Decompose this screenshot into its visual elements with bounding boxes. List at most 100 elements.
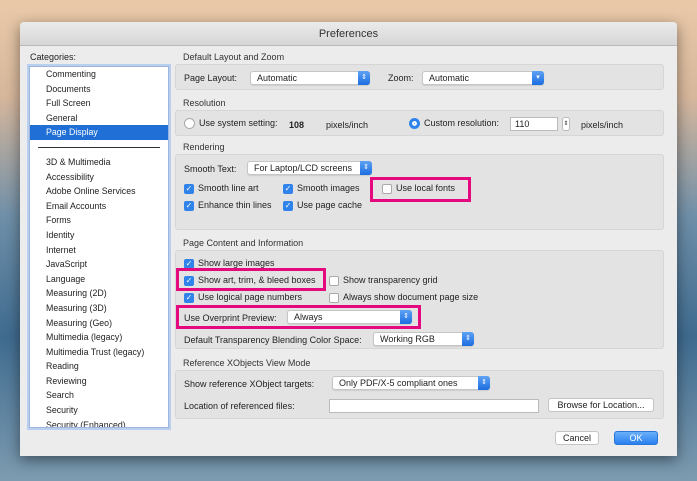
category-item[interactable]: Reviewing	[30, 374, 168, 389]
page-layout-label: Page Layout:	[184, 73, 238, 83]
radio-off-icon	[184, 118, 195, 130]
category-item[interactable]: Adobe Online Services	[30, 184, 168, 199]
enhance-thin-lines-checkbox[interactable]: ✓ Enhance thin lines	[184, 200, 272, 211]
category-item[interactable]: Security	[30, 403, 168, 418]
overprint-select[interactable]: Always ⇕	[287, 310, 412, 324]
smooth-text-value: For Laptop/LCD screens	[254, 163, 353, 173]
checkmark-icon: ✓	[283, 200, 293, 211]
chevron-updown-icon: ⇕	[400, 310, 412, 324]
category-item[interactable]: Identity	[30, 228, 168, 243]
content-section-title: Page Content and Information	[183, 238, 304, 248]
blend-space-select[interactable]: Working RGB ⇕	[373, 332, 474, 346]
checkmark-icon: ✓	[184, 275, 194, 286]
content-section: ✓ Show large images ✓ Show art, trim, & bl…	[175, 250, 664, 349]
location-label: Location of referenced files:	[184, 401, 295, 411]
use-logical-page-numbers-checkbox[interactable]: ✓ Use logical page numbers	[184, 292, 302, 303]
chevron-updown-icon: ⇕	[360, 161, 372, 175]
category-item[interactable]: Multimedia (legacy)	[30, 330, 168, 345]
category-divider	[38, 146, 160, 148]
xobjects-section: Show reference XObject targets: Only PDF…	[175, 370, 664, 419]
category-item[interactable]: Measuring (2D)	[30, 286, 168, 301]
show-art-trim-bleed-checkbox[interactable]: ✓ Show art, trim, & bleed boxes	[184, 275, 316, 286]
layout-section-title: Default Layout and Zoom	[183, 52, 285, 62]
smooth-images-checkbox[interactable]: ✓ Smooth images	[283, 183, 360, 194]
xobjects-section-title: Reference XObjects View Mode	[183, 358, 311, 368]
category-item[interactable]: Documents	[30, 82, 168, 97]
use-page-cache-checkbox[interactable]: ✓ Use page cache	[283, 200, 362, 211]
checkmark-icon: ✓	[184, 292, 194, 303]
show-transparency-grid-checkbox[interactable]: Show transparency grid	[329, 275, 438, 286]
resolution-section-title: Resolution	[183, 98, 226, 108]
system-resolution-value: 108	[289, 120, 305, 130]
category-item[interactable]: Page Display	[30, 125, 168, 140]
blend-space-value: Working RGB	[380, 334, 435, 344]
unit-label: pixels/inch	[326, 120, 369, 130]
option-label: Show transparency grid	[343, 275, 438, 285]
custom-resolution-input[interactable]: 110	[510, 117, 558, 131]
smooth-text-select[interactable]: For Laptop/LCD screens ⇕	[247, 161, 372, 175]
checkbox-empty-icon	[382, 183, 392, 194]
category-item[interactable]: Measuring (Geo)	[30, 316, 168, 331]
ok-button[interactable]: OK	[614, 431, 658, 445]
category-item[interactable]: Email Accounts	[30, 199, 168, 214]
layout-section: Page Layout: Automatic ⇕ Zoom: Automatic ▾	[175, 64, 664, 90]
system-setting-label: Use system setting:	[199, 118, 278, 128]
category-item[interactable]: General	[30, 111, 168, 126]
preferences-window: Preferences Categories: Commenting Docume…	[20, 22, 677, 456]
zoom-select[interactable]: Automatic ▾	[422, 71, 544, 85]
category-item[interactable]: Reading	[30, 359, 168, 374]
option-label: Smooth line art	[198, 183, 259, 193]
category-item[interactable]: JavaScript	[30, 257, 168, 272]
smooth-text-label: Smooth Text:	[184, 164, 237, 174]
option-label: Use page cache	[297, 200, 363, 210]
smooth-line-art-checkbox[interactable]: ✓ Smooth line art	[184, 183, 259, 194]
option-label: Enhance thin lines	[198, 200, 272, 210]
custom-resolution-label: Custom resolution:	[424, 118, 500, 128]
option-label: Show art, trim, & bleed boxes	[198, 275, 316, 285]
rendering-section-title: Rendering	[183, 142, 225, 152]
option-label: Use local fonts	[396, 183, 456, 193]
category-item[interactable]: Measuring (3D)	[30, 301, 168, 316]
unit-label-2: pixels/inch	[581, 120, 624, 130]
checkbox-empty-icon	[329, 292, 339, 303]
cancel-button[interactable]: Cancel	[555, 431, 599, 445]
custom-resolution-radio[interactable]: Custom resolution:	[409, 118, 500, 130]
xobject-targets-label: Show reference XObject targets:	[184, 379, 315, 389]
radio-on-icon	[409, 118, 420, 130]
category-item[interactable]: Language	[30, 272, 168, 287]
resolution-stepper[interactable]: ⇕	[562, 117, 570, 131]
category-item[interactable]: Security (Enhanced)	[30, 418, 168, 427]
browse-button[interactable]: Browse for Location...	[548, 398, 654, 412]
category-item[interactable]: Commenting	[30, 67, 168, 82]
category-item[interactable]: 3D & Multimedia	[30, 155, 168, 170]
zoom-value: Automatic	[429, 73, 470, 83]
checkbox-empty-icon	[329, 275, 339, 286]
location-input[interactable]	[329, 399, 539, 413]
category-item[interactable]: Accessibility	[30, 170, 168, 185]
chevron-down-icon: ▾	[532, 71, 544, 85]
category-item[interactable]: Internet	[30, 243, 168, 258]
checkmark-icon: ✓	[184, 183, 194, 194]
system-setting-radio[interactable]: Use system setting:	[184, 118, 278, 130]
category-item[interactable]: Multimedia Trust (legacy)	[30, 345, 168, 360]
page-layout-value: Automatic	[257, 73, 298, 83]
xobject-targets-select[interactable]: Only PDF/X-5 compliant ones ⇕	[332, 376, 490, 390]
zoom-label: Zoom:	[388, 73, 414, 83]
option-label: Always show document page size	[343, 292, 479, 302]
chevron-updown-icon: ⇕	[462, 332, 474, 346]
category-item[interactable]: Search	[30, 388, 168, 403]
overprint-value: Always	[294, 312, 323, 322]
overprint-label: Use Overprint Preview:	[184, 313, 277, 323]
xobject-targets-value: Only PDF/X-5 compliant ones	[339, 378, 458, 388]
categories-list[interactable]: Commenting Documents Full Screen General Pag…	[29, 66, 169, 428]
option-label: Use logical page numbers	[198, 292, 303, 302]
use-local-fonts-checkbox[interactable]: Use local fonts	[382, 183, 455, 194]
window-title: Preferences	[20, 22, 677, 46]
chevron-updown-icon: ⇕	[478, 376, 490, 390]
category-item[interactable]: Forms	[30, 213, 168, 228]
categories-label: Categories:	[30, 52, 77, 62]
checkmark-icon: ✓	[283, 183, 293, 194]
always-show-page-size-checkbox[interactable]: Always show document page size	[329, 292, 478, 303]
page-layout-select[interactable]: Automatic ⇕	[250, 71, 370, 85]
category-item[interactable]: Full Screen	[30, 96, 168, 111]
